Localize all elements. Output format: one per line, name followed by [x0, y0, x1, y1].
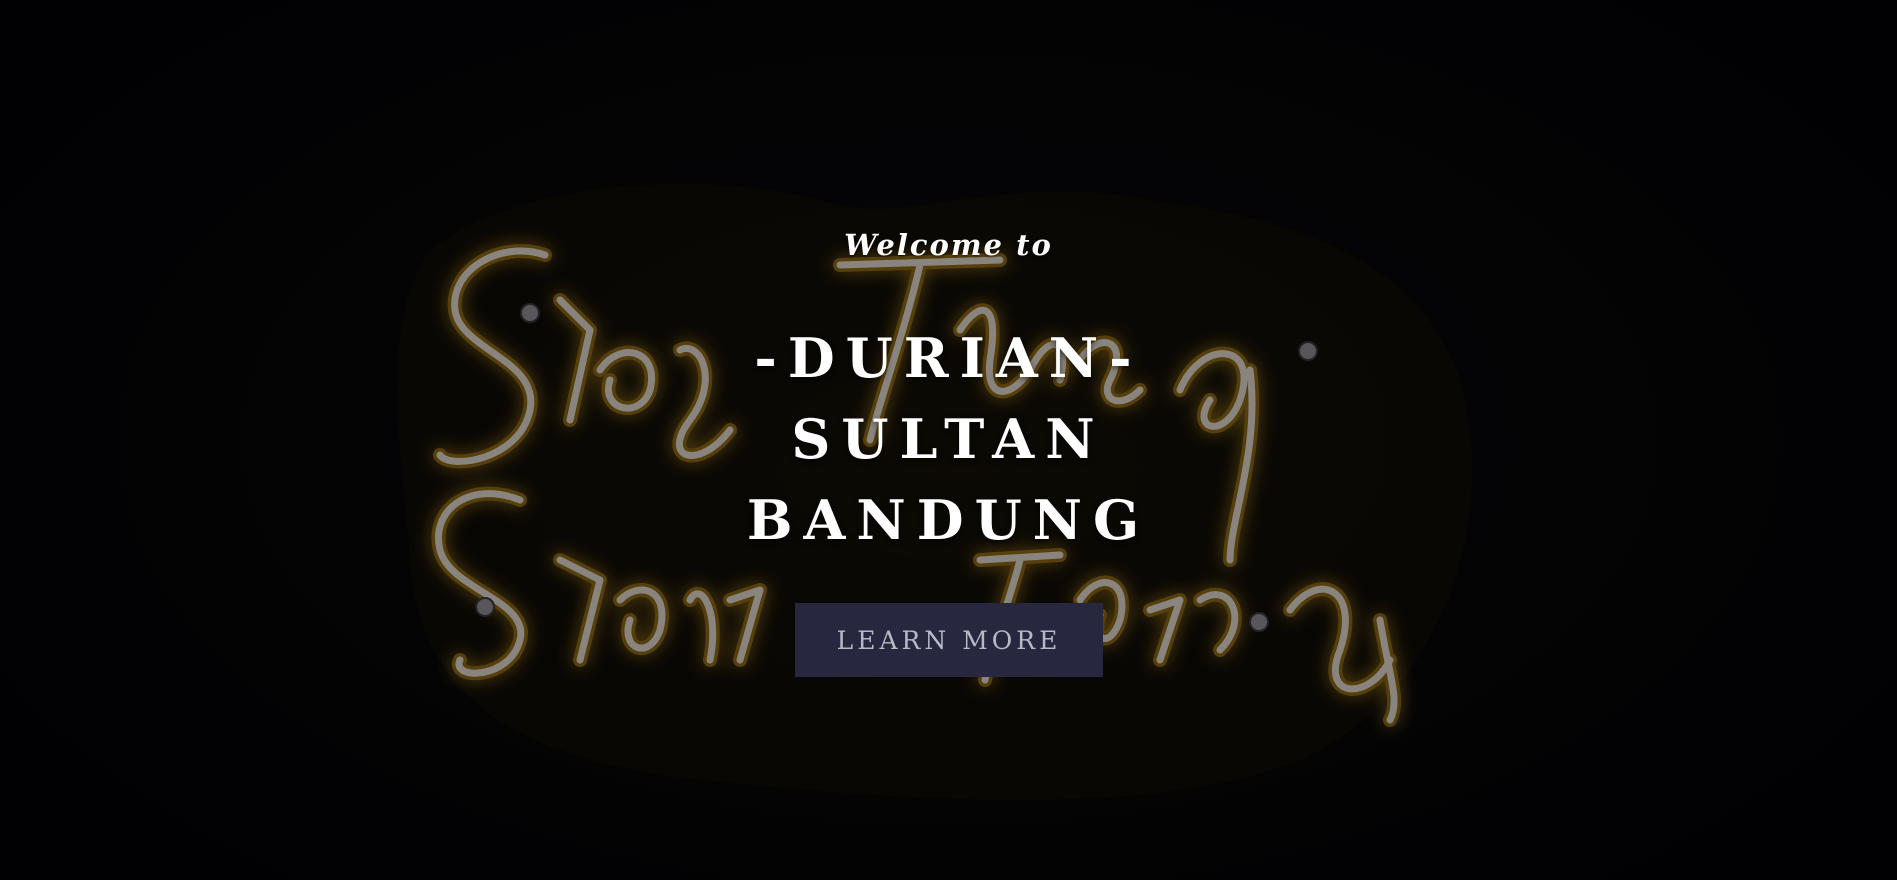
hero-section: Welcome to -DURIAN- SULTAN BANDUNG LEARN…: [0, 0, 1897, 880]
title-line-1: -DURIAN-: [754, 326, 1143, 390]
page-title: -DURIAN- SULTAN BANDUNG: [0, 318, 1897, 561]
title-line-2: SULTAN: [791, 407, 1106, 471]
hero-content: Welcome to -DURIAN- SULTAN BANDUNG LEARN…: [0, 0, 1897, 880]
learn-more-button[interactable]: LEARN MORE: [795, 603, 1103, 677]
title-line-3: BANDUNG: [746, 488, 1151, 552]
welcome-text: Welcome to: [844, 228, 1053, 262]
